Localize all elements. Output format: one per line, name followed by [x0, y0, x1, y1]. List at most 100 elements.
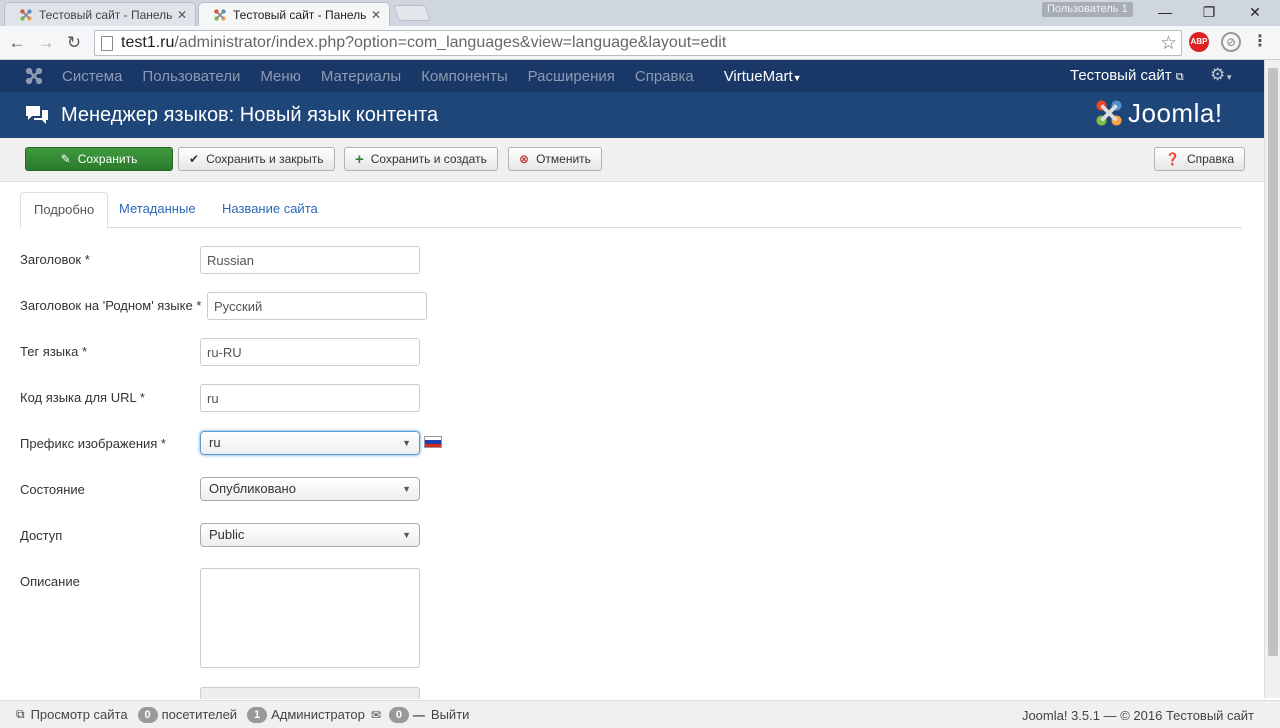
- access-select[interactable]: Public ▼: [200, 523, 420, 547]
- browser-tab-active[interactable]: Тестовый сайт - Панель у ✕: [198, 2, 390, 26]
- menu-users[interactable]: Пользователи: [142, 68, 240, 85]
- plus-icon: +: [355, 150, 364, 168]
- footer-version: Joomla! 3.5.1 — © 2016 Тестовый сайт: [1022, 708, 1254, 723]
- browser-tab-title: Тестовый сайт - Панель у: [233, 7, 367, 22]
- address-bar[interactable]: test1.ru/administrator/index.php?option=…: [94, 30, 1182, 56]
- cancel-button[interactable]: ⊗ Отменить: [508, 147, 602, 171]
- save-close-label: Сохранить и закрыть: [206, 152, 324, 166]
- help-label: Справка: [1186, 152, 1235, 166]
- save-new-button[interactable]: + Сохранить и создать: [344, 147, 498, 171]
- url-path: /administrator/index.php?option=com_lang…: [174, 34, 727, 51]
- image-prefix-label: Префикс изображения *: [20, 436, 166, 451]
- page-scrollbar[interactable]: [1264, 60, 1280, 698]
- page-icon: [101, 35, 113, 51]
- reload-icon[interactable]: ↻: [63, 32, 85, 54]
- visitors-badge: 0: [137, 706, 158, 723]
- messages-badge: 0: [388, 706, 409, 723]
- comments-icon: [26, 106, 48, 124]
- admins-label: Администратор: [271, 707, 365, 722]
- action-toolbar: ✎ Сохранить ✔ Сохранить и закрыть + Сохрани…: [0, 138, 1264, 182]
- adblock-icon[interactable]: ABP: [1189, 32, 1209, 52]
- url-code-label: Код языка для URL *: [20, 390, 145, 405]
- close-tab-icon[interactable]: ✕: [371, 8, 381, 22]
- profile-badge[interactable]: Пользователь 1: [1042, 2, 1133, 17]
- state-value: Опубликовано: [209, 481, 296, 496]
- state-label: Состояние: [20, 482, 85, 497]
- bookmark-star-icon[interactable]: ☆: [1160, 32, 1177, 55]
- chevron-down-icon: ▼: [402, 438, 411, 448]
- version-text: Joomla! 3.5.1: [1021, 708, 1100, 723]
- help-button[interactable]: ❓ Справка: [1154, 147, 1246, 171]
- visitors-label: посетителей: [161, 707, 238, 722]
- image-prefix-value: ru: [209, 435, 221, 450]
- tab-metadata[interactable]: Метаданные: [106, 192, 209, 229]
- menu-system[interactable]: Система: [62, 68, 122, 85]
- logout-link[interactable]: Выйти: [431, 707, 470, 722]
- browser-tab[interactable]: Тестовый сайт - Панель у ✕: [4, 2, 196, 26]
- close-window-icon[interactable]: ✕: [1240, 2, 1270, 22]
- minus-icon: —: [412, 707, 425, 722]
- russian-flag-icon: [424, 436, 442, 448]
- lang-tag-input[interactable]: [200, 338, 420, 366]
- menu-content[interactable]: Материалы: [321, 68, 401, 85]
- forward-icon[interactable]: →: [35, 32, 57, 54]
- joomla-logo-icon[interactable]: [24, 66, 44, 86]
- caret-down-icon: ▼: [792, 72, 802, 83]
- envelope-icon: ✉: [370, 707, 381, 722]
- url-host: test1.ru: [121, 34, 175, 51]
- question-icon: ❓: [1165, 152, 1180, 166]
- copyright-text: — © 2016 Тестовый сайт: [1103, 708, 1254, 723]
- menu-icon[interactable]: ⋮: [1250, 32, 1270, 52]
- cancel-icon: ⊗: [519, 152, 530, 166]
- scrollbar-thumb[interactable]: [1268, 68, 1278, 656]
- view-site-link[interactable]: Просмотр сайта: [31, 707, 128, 722]
- menu-menus[interactable]: Меню: [260, 68, 301, 85]
- new-tab-button[interactable]: [393, 5, 431, 21]
- menu-help[interactable]: Справка: [635, 68, 694, 85]
- menu-components[interactable]: Компоненты: [421, 68, 507, 85]
- title-label: Заголовок *: [20, 252, 90, 267]
- status-footer: ⧉ Просмотр сайта 0 посетителей 1 Админис…: [0, 700, 1280, 728]
- title-input[interactable]: [200, 246, 420, 274]
- external-link-icon: ⧉: [1175, 71, 1184, 83]
- check-icon: ✔: [189, 152, 200, 166]
- description-textarea[interactable]: [200, 568, 420, 668]
- joomla-icon: [214, 8, 226, 21]
- gear-icon[interactable]: ⚙▼: [1210, 65, 1233, 85]
- site-link[interactable]: Тестовый сайт ⧉: [1070, 67, 1184, 84]
- joomla-icon: [20, 8, 32, 21]
- menu-extensions[interactable]: Расширения: [528, 68, 615, 85]
- form-tabs: Подробно Метаданные Название сайта: [20, 192, 1242, 229]
- lang-tag-label: Тег языка *: [20, 344, 88, 359]
- save-label: Сохранить: [77, 152, 138, 166]
- external-link-icon: ⧉: [16, 707, 25, 721]
- tab-details[interactable]: Подробно: [20, 192, 109, 229]
- save-button[interactable]: ✎ Сохранить: [25, 147, 173, 171]
- image-prefix-select[interactable]: ru ▼: [200, 431, 420, 455]
- back-icon[interactable]: ←: [6, 32, 28, 54]
- save-new-label: Сохранить и создать: [370, 152, 487, 166]
- chevron-down-icon: ▼: [402, 484, 411, 494]
- browser-tab-title: Тестовый сайт - Панель у: [39, 7, 173, 22]
- chevron-down-icon: ▼: [402, 530, 411, 540]
- native-title-input[interactable]: [207, 292, 427, 320]
- state-select[interactable]: Опубликовано ▼: [200, 477, 420, 501]
- native-title-label: Заголовок на 'Родном' языке *: [20, 298, 202, 313]
- page-header: Менеджер языков: Новый язык контента Joo…: [0, 92, 1264, 138]
- browser-tabstrip: Тестовый сайт - Панель у ✕ Тестовый сайт…: [0, 0, 1280, 26]
- browser-toolbar: ← → ↻ test1.ru/administrator/index.php?o…: [0, 26, 1280, 60]
- page-title: Менеджер языков: Новый язык контента: [61, 104, 439, 126]
- cancel-label: Отменить: [536, 152, 591, 166]
- joomla-brand-icon: [1096, 100, 1122, 126]
- id-field-partial: [200, 687, 420, 699]
- minimize-icon[interactable]: —: [1150, 2, 1180, 22]
- close-tab-icon[interactable]: ✕: [177, 8, 187, 22]
- save-close-button[interactable]: ✔ Сохранить и закрыть: [178, 147, 335, 171]
- access-label: Доступ: [20, 528, 63, 543]
- url-code-input[interactable]: [200, 384, 420, 412]
- extension-icon[interactable]: ⊘: [1221, 32, 1241, 52]
- access-value: Public: [209, 527, 245, 542]
- tab-site-name[interactable]: Название сайта: [209, 192, 331, 229]
- menu-virtuemart[interactable]: VirtueMart▼: [724, 68, 802, 85]
- restore-icon[interactable]: ❐: [1194, 2, 1224, 22]
